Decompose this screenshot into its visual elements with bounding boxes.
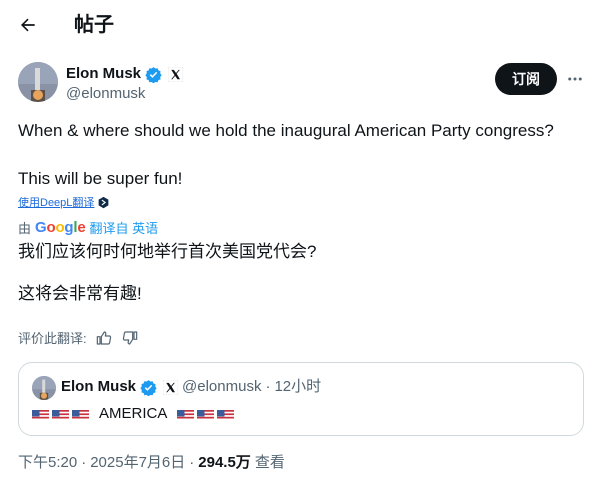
us-flag-icon — [32, 408, 49, 420]
more-horizontal-icon — [568, 77, 582, 81]
x-affiliation-icon — [168, 66, 184, 82]
avatar[interactable] — [18, 62, 58, 102]
author-name[interactable]: Elon Musk — [66, 64, 141, 84]
tweet-time[interactable]: 下午5:20 — [18, 453, 77, 473]
author-name-row: Elon Musk — [66, 64, 184, 84]
deepl-logo-icon — [99, 196, 109, 208]
deepl-translate-link[interactable]: 使用DeepL翻译 — [18, 194, 110, 210]
quoted-avatar-image — [32, 376, 56, 400]
views-label: 查看 — [254, 454, 285, 471]
google-translate-row: 由 Google 翻译自 英语 — [18, 218, 158, 237]
back-button[interactable] — [12, 9, 44, 41]
x-affiliation-icon — [163, 379, 179, 395]
subscribe-button[interactable]: 订阅 — [495, 63, 557, 95]
us-flag-group-right — [177, 408, 235, 420]
by-label: 由 — [18, 221, 32, 236]
page-title: 帖子 — [74, 14, 114, 36]
meta-separator: · — [81, 454, 87, 471]
author-handle[interactable]: @elonmusk — [66, 84, 145, 104]
thumbs-down-button[interactable] — [121, 329, 139, 347]
tweet-author: Elon Musk @elonmusk 订阅 — [18, 62, 588, 104]
quoted-separator: · — [265, 378, 271, 395]
meta-separator: · — [189, 454, 195, 471]
translated-from-english-link[interactable]: 翻译自 英语 — [90, 218, 159, 237]
quoted-text-body: AMERICA — [99, 405, 168, 422]
quoted-header: Elon Musk @elonmusk · 12小时 — [61, 377, 321, 397]
tweet-text-line-2: This will be super fun! — [18, 169, 183, 188]
tweet-meta: 下午5:20 · 2025年7月6日 · 294.5万 查看 — [18, 453, 285, 473]
us-flag-icon — [217, 408, 235, 420]
quoted-text: AMERICA — [32, 404, 235, 424]
us-flag-icon — [52, 408, 69, 420]
thumbs-down-icon — [122, 330, 137, 345]
tweet-text-line-1: When & where should we hold the inaugura… — [18, 121, 554, 140]
view-count: 294.5万 — [198, 454, 251, 471]
more-options-button[interactable] — [563, 67, 587, 91]
thumbs-up-button[interactable] — [95, 329, 113, 347]
verified-badge-icon — [145, 66, 162, 83]
rate-translation-row: 评价此翻译: — [18, 328, 139, 347]
us-flag-icon — [72, 408, 89, 420]
us-flag-group-left — [32, 408, 89, 420]
us-flag-icon — [197, 408, 215, 420]
us-flag-icon — [177, 408, 195, 420]
avatar-image — [18, 62, 58, 102]
thumbs-up-icon — [96, 330, 111, 345]
quoted-author-name: Elon Musk — [61, 378, 137, 395]
top-bar: 帖子 — [0, 0, 601, 50]
translated-text-line-1: 我们应该何时何地举行首次美国党代会? — [18, 242, 317, 261]
google-logo: Google — [35, 219, 86, 236]
rate-translation-label: 评价此翻译: — [18, 331, 87, 346]
quoted-author-handle: @elonmusk — [182, 378, 262, 395]
verified-badge-icon — [140, 379, 157, 396]
arrow-left-icon — [21, 18, 35, 32]
tweet-date[interactable]: 2025年7月6日 — [90, 453, 185, 473]
quoted-tweet-card[interactable]: Elon Musk @elonmusk · 12小时 AMERICA — [18, 362, 584, 436]
quoted-avatar — [32, 376, 56, 400]
deepl-translate-label: 使用DeepL翻译 — [18, 197, 95, 209]
quoted-time: 12小时 — [274, 378, 322, 395]
translated-text-line-2: 这将会非常有趣! — [18, 284, 142, 303]
